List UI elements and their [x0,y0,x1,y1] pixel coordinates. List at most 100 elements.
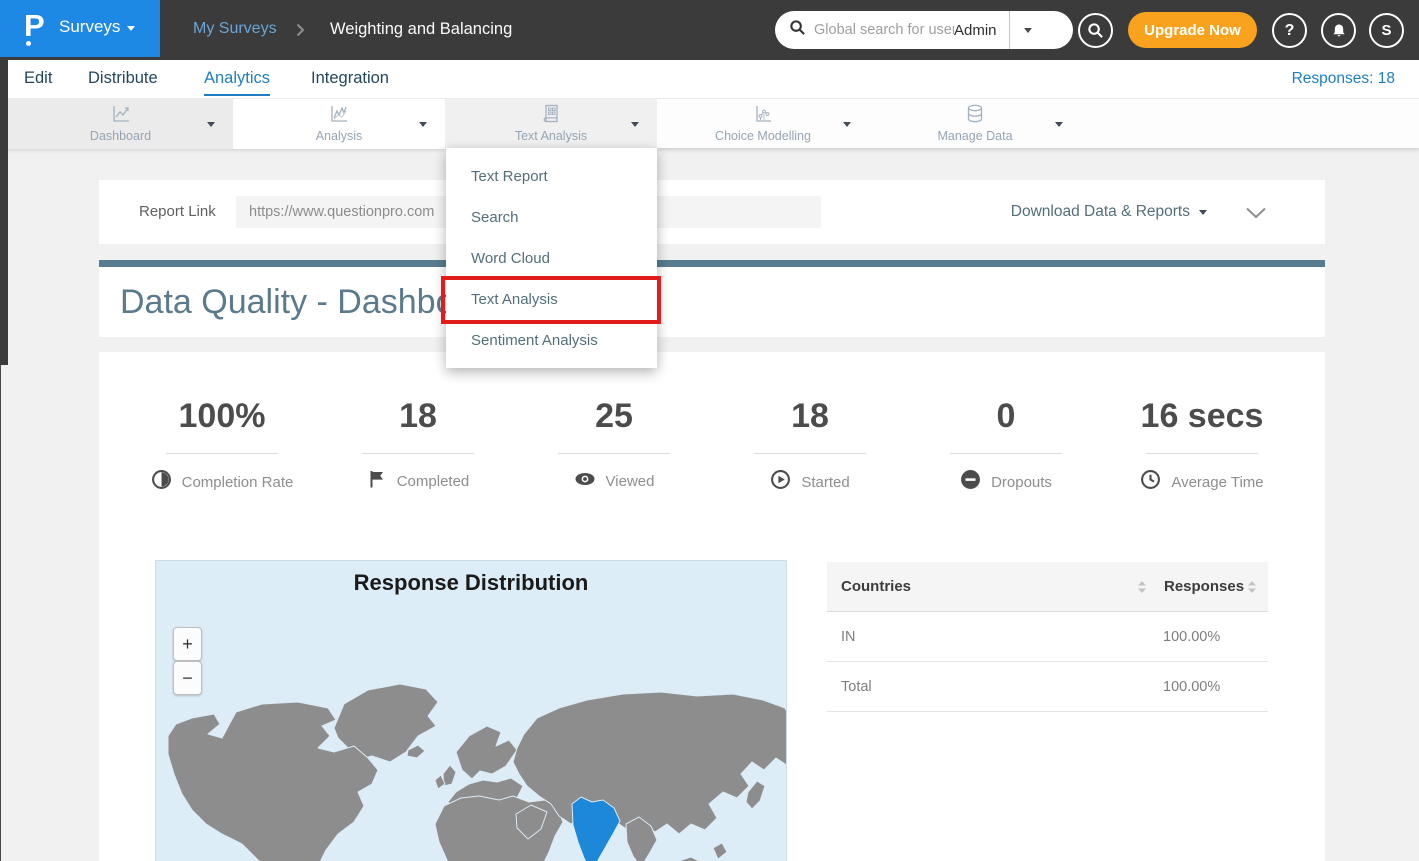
stat-dropouts: 0 Dropouts [908,396,1104,495]
table-row: Total 100.00% [827,662,1268,712]
breadcrumb-current: Weighting and Balancing [330,20,512,39]
chevron-down-icon [207,122,215,127]
stat-viewed: 25 Viewed [516,396,712,495]
bell-icon [1331,23,1347,39]
stat-label: Average Time [1171,474,1263,491]
chevron-down-icon [1024,28,1032,33]
chevron-down-icon [127,26,135,31]
tab-label: Choice Modelling [657,129,869,143]
map-country-india[interactable] [572,797,620,861]
sort-icon[interactable] [1137,580,1147,599]
tab-label: Analysis [233,129,445,143]
text-analysis-menu: Text Report Search Word Cloud Text Analy… [446,148,657,368]
world-map[interactable] [156,674,786,861]
download-data-reports-label: Download Data & Reports [1011,203,1190,221]
question-mark-icon: ? [1285,22,1295,40]
stat-value: 100% [124,396,320,436]
chevron-down-icon [1199,210,1207,215]
stats-row: 100% Completion Rate 18 Completed 25 Vie… [99,396,1325,495]
global-search-bar[interactable]: Admin [775,11,1073,49]
stat-value: 18 [320,396,516,436]
nav-item-edit[interactable]: Edit [24,60,52,96]
logo-dot-icon [26,41,31,46]
menu-item-text-analysis[interactable]: Text Analysis [446,279,657,320]
report-link-label: Report Link [139,180,216,244]
upgrade-now-button[interactable]: Upgrade Now [1128,12,1257,48]
download-data-reports-dropdown[interactable]: Download Data & Reports [1011,180,1207,244]
product-menu[interactable]: Surveys [59,17,120,37]
tab-text-analysis[interactable]: Text Analysis [445,99,657,149]
tab-label: Text Analysis [445,129,657,143]
stat-value: 25 [516,396,712,436]
divider [1146,453,1258,454]
countries-table: Countries Responses IN 100.00% Total 100… [827,562,1268,712]
country-cell: IN [841,612,856,662]
chevron-down-icon [631,122,639,127]
search-icon [1087,22,1104,39]
tab-choice-modelling[interactable]: Choice Modelling [657,99,869,149]
map-country [456,726,517,779]
map-country [713,843,727,859]
clock-icon [1140,469,1161,495]
tab-label: Dashboard [8,129,233,143]
divider [362,453,474,454]
collapse-chevron-icon[interactable] [1245,206,1267,224]
stat-label: Completed [397,473,470,490]
sort-icon[interactable] [1247,580,1257,599]
stat-label: Viewed [606,473,655,490]
tab-analysis[interactable]: Analysis [233,99,445,149]
column-header-responses[interactable]: Responses [1164,562,1244,612]
dashboard-card: 100% Completion Rate 18 Completed 25 Vie… [99,352,1325,861]
stat-completion-rate: 100% Completion Rate [124,396,320,495]
breadcrumb-parent[interactable]: My Surveys [193,20,277,38]
menu-item-sentiment-analysis[interactable]: Sentiment Analysis [446,320,657,361]
stat-label: Completion Rate [182,474,294,491]
flag-icon [367,469,387,494]
responses-cell: 100.00% [1163,612,1220,662]
text-report-icon [540,103,562,130]
database-icon [964,103,986,130]
avatar[interactable]: S [1369,13,1404,48]
response-distribution-map: Response Distribution + − [155,560,787,861]
map-title: Response Distribution [156,570,786,596]
stat-value: 16 secs [1104,396,1300,436]
half-circle-icon [151,469,172,495]
map-zoom-in-button[interactable]: + [173,627,202,661]
header-search-button[interactable] [1078,13,1113,48]
map-country [676,857,703,861]
section-divider-bar [99,260,1325,267]
search-icon [789,19,806,41]
column-header-countries[interactable]: Countries [841,562,911,612]
nav-item-distribute[interactable]: Distribute [88,60,158,96]
tab-manage-data[interactable]: Manage Data [869,99,1081,149]
stat-started: 18 Started [712,396,908,495]
tab-dashboard[interactable]: Dashboard [8,99,233,149]
country-cell: Total [841,662,872,712]
divider [166,453,278,454]
help-button[interactable]: ? [1272,13,1307,48]
avatar-initial: S [1381,22,1391,39]
responses-count: Responses: 18 [1292,60,1395,98]
nav-item-integration[interactable]: Integration [311,60,389,96]
questionpro-logo[interactable]: P Surveys [0,0,160,57]
nav-item-analytics[interactable]: Analytics [204,60,270,96]
map-country [435,796,563,861]
trend-chart-icon [328,103,350,130]
menu-item-search[interactable]: Search [446,197,657,238]
stat-value: 0 [908,396,1104,436]
global-search-input[interactable] [814,22,954,38]
responses-cell: 100.00% [1163,662,1220,712]
menu-item-text-report[interactable]: Text Report [446,156,657,197]
chevron-down-icon [843,122,851,127]
stat-value: 18 [712,396,908,436]
search-scope-dropdown[interactable] [1010,28,1047,33]
left-edge-line [0,365,1,861]
divider [558,453,670,454]
table-header-row: Countries Responses [827,562,1268,612]
menu-item-word-cloud[interactable]: Word Cloud [446,238,657,279]
survey-nav: Edit Distribute Analytics Integration Re… [0,60,1419,98]
tab-label: Manage Data [869,129,1081,143]
scatter-chart-icon [752,103,774,130]
notifications-button[interactable] [1321,13,1356,48]
stat-completed: 18 Completed [320,396,516,495]
